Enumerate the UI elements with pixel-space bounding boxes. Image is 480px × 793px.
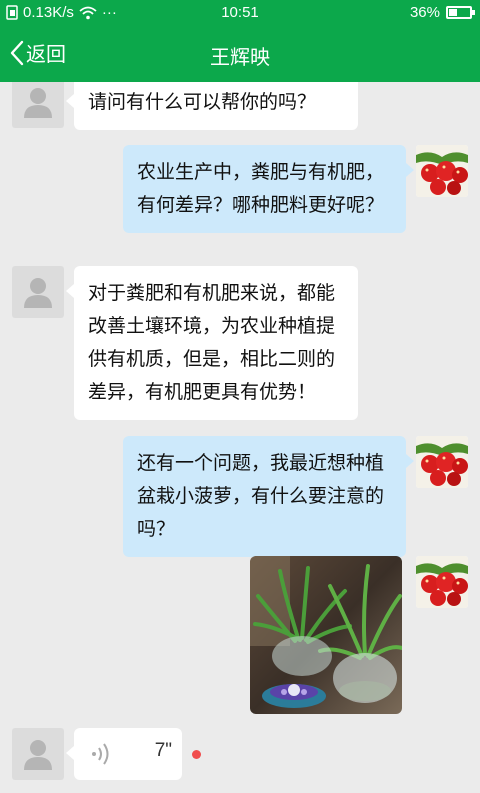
person-icon: [24, 278, 52, 308]
my-avatar[interactable]: [416, 556, 468, 608]
voice-wave-icon: [92, 743, 109, 765]
battery-fill: [449, 9, 457, 16]
my-avatar[interactable]: [416, 436, 468, 488]
title-bar: 返回 王辉映: [0, 26, 480, 82]
message-text: 请问有什么可以帮你的吗？: [88, 91, 317, 113]
message-bubble-incoming[interactable]: 对于粪肥和有机肥来说，都能改善土壤环境，为农业种植提供有机质，但是，相比二则的差…: [66, 266, 358, 420]
message-bubble-incoming[interactable]: 请问有什么可以帮你的吗？: [66, 82, 358, 130]
pineapple-plants-photo: [250, 556, 402, 714]
person-icon: [24, 88, 52, 118]
contact-avatar[interactable]: [12, 82, 64, 128]
status-right: 36%: [409, 4, 475, 21]
message-bubble-outgoing[interactable]: 还有一个问题，我最近想种植盆栽小菠萝，有什么要注意的吗？: [123, 436, 414, 557]
strawberries-avatar-image: [416, 436, 468, 488]
contact-avatar[interactable]: [12, 728, 64, 780]
battery-icon: [446, 6, 475, 19]
contact-avatar[interactable]: [12, 266, 64, 318]
unread-dot: [192, 750, 201, 759]
message-text: 对于粪肥和有机肥来说，都能改善土壤环境，为农业种植提供有机质，但是，相比二则的差…: [88, 282, 336, 403]
voice-duration: 7": [154, 740, 172, 761]
message-bubble-outgoing[interactable]: 农业生产中，粪肥与有机肥，有何差异？哪种肥料更好呢？: [123, 145, 414, 233]
status-time: 10:51: [221, 4, 259, 21]
strawberries-avatar-image: [416, 556, 468, 608]
chat-title: 王辉映: [210, 45, 270, 69]
status-bar: 0.13K/s ··· 10:51 36%: [0, 0, 480, 26]
message-text: 农业生产中，粪肥与有机肥，有何差异？哪种肥料更好呢？: [137, 161, 385, 216]
message-text: 还有一个问题，我最近想种植盆栽小菠萝，有什么要注意的吗？: [137, 452, 385, 540]
voice-message[interactable]: 7": [66, 728, 182, 780]
strawberries-avatar-image: [416, 145, 468, 197]
image-message[interactable]: [250, 556, 402, 714]
battery-percent: 36%: [409, 4, 440, 21]
chat-area[interactable]: 请问有什么可以帮你的吗？ 农业生产中，粪肥与有机肥，有何差异？哪种肥料更好呢？ …: [0, 82, 480, 793]
person-icon: [24, 740, 52, 770]
my-avatar[interactable]: [416, 145, 468, 197]
